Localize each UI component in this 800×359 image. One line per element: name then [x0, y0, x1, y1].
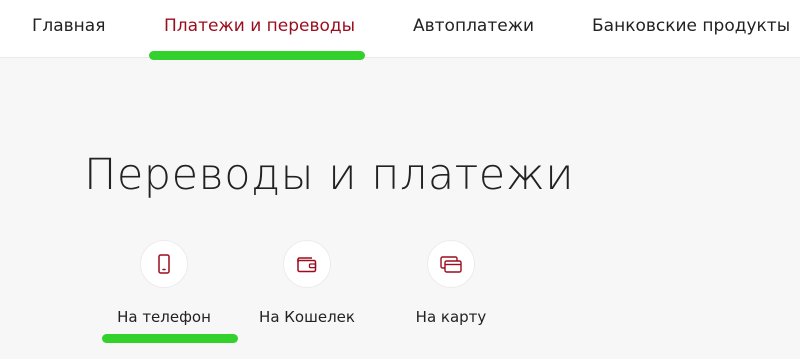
- phone-icon: [140, 240, 188, 288]
- top-navigation: Главная Платежи и переводы Автоплатежи Б…: [0, 0, 800, 58]
- transfer-to-card-button[interactable]: На карту: [381, 240, 521, 327]
- transfer-to-phone-button[interactable]: На телефон: [94, 240, 234, 327]
- nav-item-payments-transfers[interactable]: Платежи и переводы: [164, 15, 355, 37]
- nav-item-autopayments[interactable]: Автоплатежи: [413, 15, 534, 37]
- nav-item-bank-products[interactable]: Банковские продукты: [592, 15, 790, 37]
- wallet-icon: [283, 240, 331, 288]
- transfer-to-card-label: На карту: [415, 308, 487, 326]
- active-option-highlight: [102, 334, 238, 343]
- transfer-to-wallet-button[interactable]: На Кошелек: [237, 240, 377, 327]
- active-nav-highlight: [149, 51, 365, 60]
- cards-icon: [427, 240, 475, 288]
- nav-item-home[interactable]: Главная: [32, 15, 105, 37]
- transfer-to-phone-label: На телефон: [117, 308, 211, 326]
- page-title: Переводы и платежи: [84, 150, 575, 200]
- transfer-to-wallet-label: На Кошелек: [259, 308, 355, 326]
